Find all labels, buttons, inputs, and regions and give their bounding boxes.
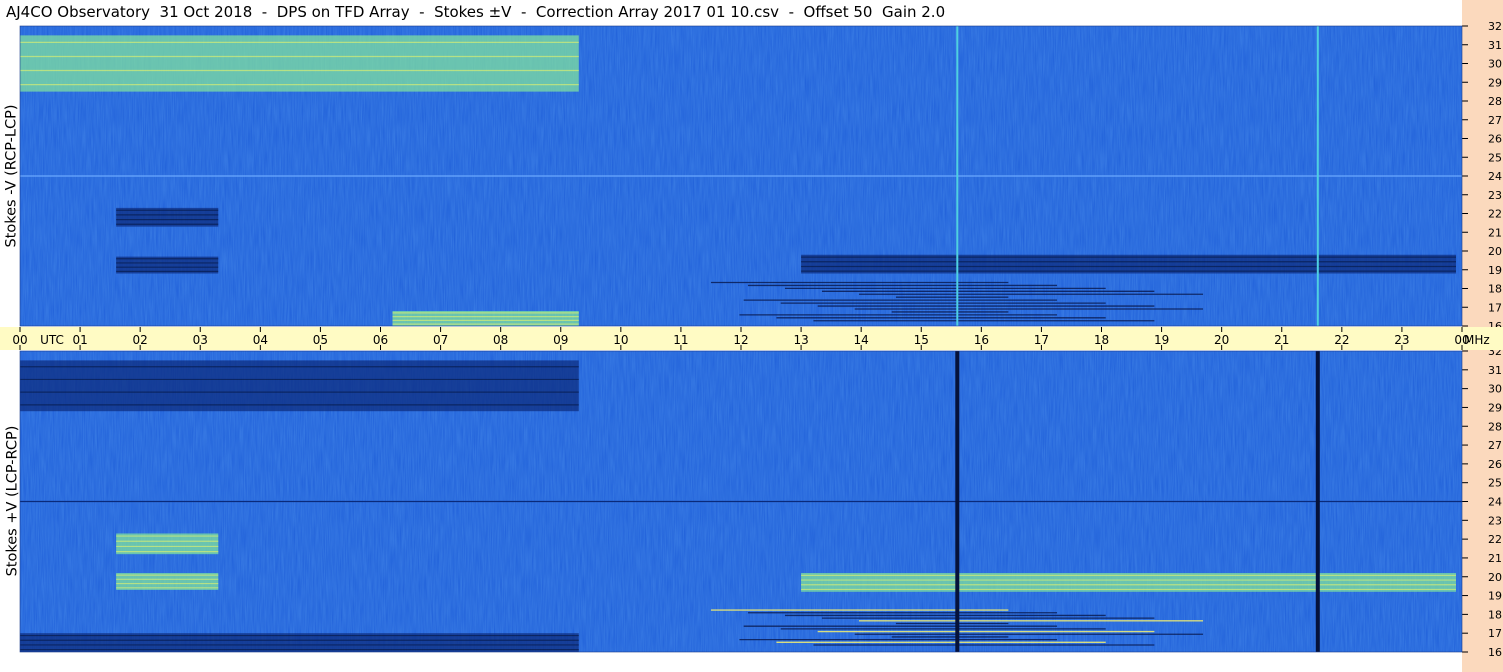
time-tick-label: 13	[793, 333, 808, 347]
freq-tick-label: 27	[1488, 439, 1502, 452]
spectrogram-chart: 16 17 18 19 20 21 22 23 24 25 26 27 28 29 30 31 32 16 17 18…	[0, 20, 1503, 659]
freq-tick-label: 20	[1488, 571, 1502, 584]
freq-tick-label: 18	[1488, 608, 1502, 621]
freq-tick-label: 19	[1488, 264, 1502, 277]
freq-tick-label: 26	[1488, 133, 1502, 146]
freq-tick-label: 21	[1488, 552, 1502, 565]
time-tick-label: 12	[733, 333, 748, 347]
time-tick-label: 21	[1274, 333, 1289, 347]
time-tick-label: 00	[12, 333, 27, 347]
time-tick-label: 10	[613, 333, 628, 347]
freq-tick-label: 30	[1488, 58, 1502, 71]
freq-tick-label: 22	[1488, 533, 1502, 546]
freq-tick-label: 21	[1488, 226, 1502, 239]
freq-tick-label: 29	[1488, 76, 1502, 89]
freq-tick-label: 32	[1488, 20, 1502, 33]
time-tick-label: 19	[1154, 333, 1169, 347]
time-tick-label: 14	[854, 333, 869, 347]
freq-tick-label: 23	[1488, 514, 1502, 527]
time-tick-label: 01	[72, 333, 87, 347]
freq-tick-label: 16	[1488, 646, 1502, 659]
time-tick-label: 05	[313, 333, 328, 347]
freq-tick-label: 29	[1488, 401, 1502, 414]
freq-tick-label: 31	[1488, 39, 1502, 52]
time-tick-label: 20	[1214, 333, 1229, 347]
time-axis-unit: UTC	[40, 333, 64, 347]
freq-tick-label: 25	[1488, 477, 1502, 490]
feature-depleted	[20, 360, 579, 412]
freq-tick-label: 31	[1488, 364, 1502, 377]
time-tick-label: 08	[493, 333, 508, 347]
time-tick-label: 04	[253, 333, 268, 347]
time-tick-label: 23	[1394, 333, 1409, 347]
time-tick-label: 06	[373, 333, 388, 347]
freq-tick-label: 24	[1488, 170, 1502, 183]
freq-tick-label: 20	[1488, 245, 1502, 258]
time-tick-label: 03	[193, 333, 208, 347]
freq-tick-label: 27	[1488, 114, 1502, 127]
time-tick-label: 02	[133, 333, 148, 347]
freq-tick-label: 25	[1488, 151, 1502, 164]
time-tick-label: 16	[974, 333, 989, 347]
freq-tick-label: 18	[1488, 283, 1502, 296]
time-tick-label: 09	[553, 333, 568, 347]
time-tick-label: 22	[1334, 333, 1349, 347]
time-tick-label: 07	[433, 333, 448, 347]
freq-tick-label: 17	[1488, 301, 1502, 314]
freq-axis-unit: MHz	[1464, 333, 1490, 347]
freq-tick-label: 24	[1488, 496, 1502, 509]
time-tick-label: 15	[914, 333, 929, 347]
freq-tick-label: 28	[1488, 420, 1502, 433]
freq-tick-label: 28	[1488, 95, 1502, 108]
freq-tick-label: 30	[1488, 383, 1502, 396]
freq-tick-label: 22	[1488, 208, 1502, 221]
freq-tick-label: 19	[1488, 590, 1502, 603]
time-tick-label: 18	[1094, 333, 1109, 347]
time-tick-label: 17	[1034, 333, 1049, 347]
feature-enhanced	[20, 35, 579, 92]
time-tick-label: 11	[673, 333, 688, 347]
freq-tick-label: 26	[1488, 458, 1502, 471]
freq-tick-label: 17	[1488, 627, 1502, 640]
freq-tick-label: 23	[1488, 189, 1502, 202]
